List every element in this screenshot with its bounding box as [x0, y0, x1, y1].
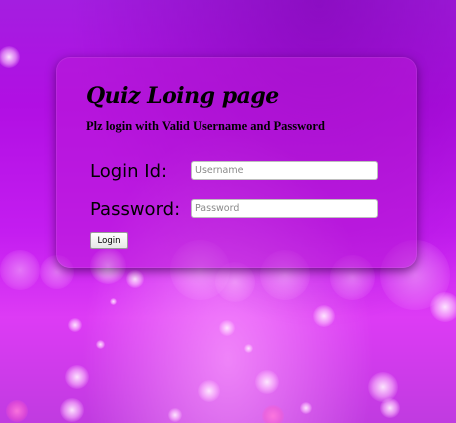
- bokeh-light: [96, 340, 105, 349]
- bokeh-light: [6, 400, 28, 422]
- bokeh-light: [244, 344, 253, 353]
- bokeh-light: [300, 402, 312, 414]
- bokeh-light: [255, 370, 279, 394]
- password-input[interactable]: [191, 199, 378, 218]
- bokeh-light: [65, 365, 89, 389]
- bokeh-light: [215, 262, 255, 302]
- bokeh-light: [68, 318, 82, 332]
- page-subtitle: Plz login with Valid Username and Passwo…: [86, 119, 325, 133]
- bokeh-light: [168, 408, 182, 422]
- login-button[interactable]: Login: [90, 232, 128, 249]
- bokeh-light: [219, 320, 235, 336]
- bokeh-light: [0, 46, 20, 68]
- bokeh-light: [313, 305, 335, 327]
- bokeh-light: [368, 372, 398, 402]
- bokeh-light: [0, 250, 40, 290]
- bokeh-light: [110, 298, 117, 305]
- bokeh-light: [60, 398, 84, 422]
- bokeh-light: [380, 398, 400, 418]
- login-panel: Quiz Loing page Plz login with Valid Use…: [56, 57, 417, 268]
- bokeh-light: [198, 380, 220, 402]
- password-label: Password:: [90, 199, 181, 220]
- bokeh-light: [126, 270, 144, 288]
- bokeh-light: [430, 292, 456, 322]
- login-id-label: Login Id:: [90, 161, 168, 182]
- page-title: Quiz Loing page: [86, 83, 279, 109]
- username-input[interactable]: [191, 161, 378, 180]
- bokeh-light: [262, 405, 284, 423]
